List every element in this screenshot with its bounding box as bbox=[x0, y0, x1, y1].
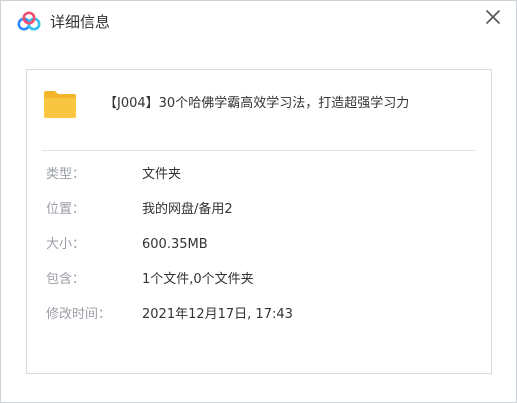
title-bar: 详细信息 bbox=[1, 1, 516, 43]
divider bbox=[42, 150, 476, 151]
contains-value: 1个文件,0个文件夹 bbox=[142, 272, 254, 287]
location-label: 位置： bbox=[46, 202, 86, 217]
details-dialog: 详细信息 【J004】30个哈佛学霸高效学习法，打造超强学习力 类型： 文件夹 … bbox=[0, 0, 517, 403]
detail-row-location: 位置： 我的网盘/备用2 bbox=[27, 200, 491, 220]
contains-label: 包含： bbox=[46, 272, 86, 287]
detail-row-contains: 包含： 1个文件,0个文件夹 bbox=[27, 270, 491, 290]
detail-row-modified: 修改时间： 2021年12月17日, 17:43 bbox=[27, 305, 491, 325]
close-icon[interactable] bbox=[482, 6, 504, 28]
type-value: 文件夹 bbox=[142, 167, 182, 182]
modified-time-value: 2021年12月17日, 17:43 bbox=[142, 307, 293, 322]
file-name: 【J004】30个哈佛学霸高效学习法，打造超强学习力 bbox=[104, 96, 410, 111]
details-panel: 【J004】30个哈佛学霸高效学习法，打造超强学习力 类型： 文件夹 位置： 我… bbox=[26, 69, 492, 374]
file-header: 【J004】30个哈佛学霸高效学习法，打造超强学习力 bbox=[27, 70, 491, 142]
size-label: 大小： bbox=[46, 237, 86, 252]
baidu-netdisk-logo-icon bbox=[17, 11, 41, 31]
modified-time-label: 修改时间： bbox=[46, 307, 112, 322]
type-label: 类型： bbox=[46, 167, 86, 182]
detail-row-size: 大小： 600.35MB bbox=[27, 235, 491, 255]
dialog-title: 详细信息 bbox=[50, 13, 111, 31]
folder-icon bbox=[44, 91, 76, 118]
detail-row-type: 类型： 文件夹 bbox=[27, 165, 491, 185]
location-value: 我的网盘/备用2 bbox=[142, 202, 233, 217]
size-value: 600.35MB bbox=[142, 237, 208, 252]
